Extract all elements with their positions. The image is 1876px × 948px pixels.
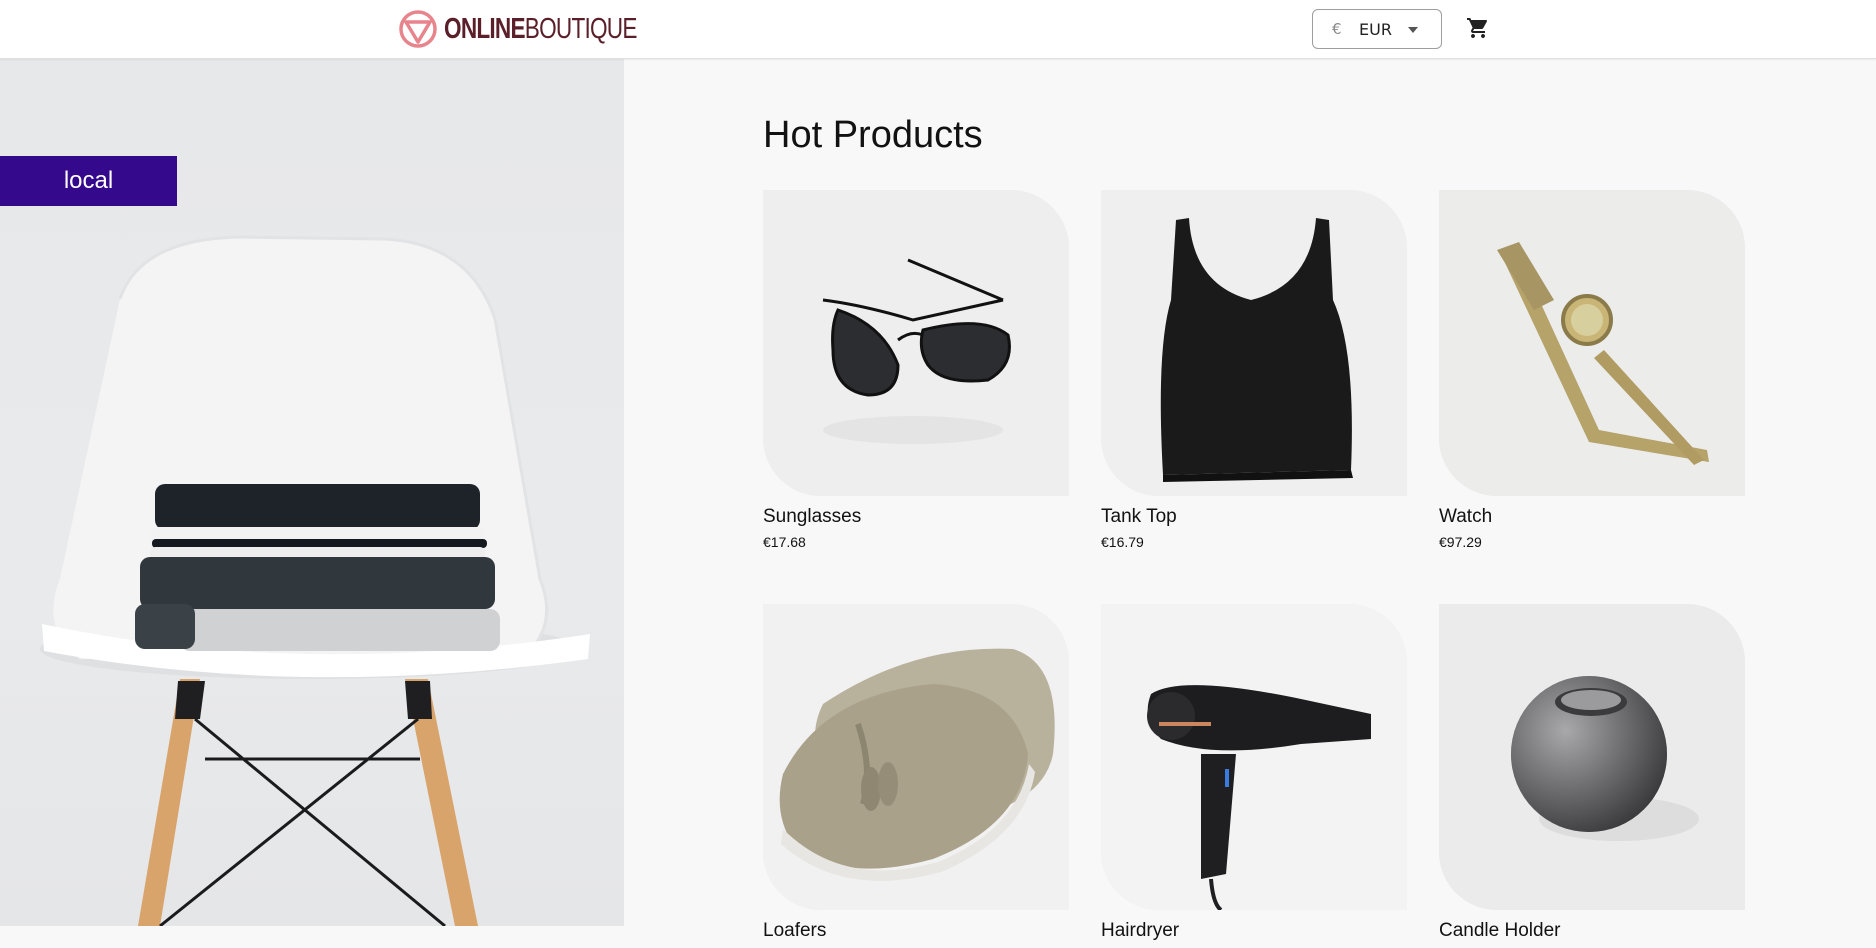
loafers-image — [763, 604, 1069, 910]
hairdryer-image — [1101, 604, 1407, 910]
currency-select[interactable]: € EUR — [1312, 9, 1442, 49]
product-name[interactable]: Hairdryer — [1101, 920, 1407, 942]
currency-symbol: € — [1332, 20, 1342, 38]
product-card-loafers[interactable]: Loafers — [763, 604, 1069, 948]
product-price: €97.29 — [1439, 534, 1482, 550]
chevron-down-icon — [1408, 27, 1418, 33]
product-name[interactable]: Loafers — [763, 920, 1069, 942]
sunglasses-image — [763, 190, 1069, 496]
product-image[interactable] — [1101, 190, 1407, 496]
product-image[interactable] — [1439, 190, 1745, 496]
product-card-sunglasses[interactable]: Sunglasses €17.68 — [763, 190, 1069, 550]
section-title: Hot Products — [763, 114, 983, 156]
product-image[interactable] — [1439, 604, 1745, 910]
product-price: €16.79 — [1101, 534, 1144, 550]
product-card-hairdryer[interactable]: Hairdryer — [1101, 604, 1407, 948]
product-card-candle-holder[interactable]: Candle Holder — [1439, 604, 1745, 948]
tank-top-image — [1101, 190, 1407, 496]
product-name[interactable]: Sunglasses — [763, 506, 1069, 528]
product-image[interactable] — [1101, 604, 1407, 910]
cart-icon[interactable] — [1466, 16, 1490, 40]
product-price: €17.68 — [763, 534, 806, 550]
top-navbar: ONLINEBOUTIQUE € EUR — [0, 0, 1876, 59]
product-card-tank-top[interactable]: Tank Top €16.79 — [1101, 190, 1407, 550]
logo-mark-icon — [399, 10, 437, 48]
environment-badge: local — [0, 156, 177, 206]
product-name[interactable]: Tank Top — [1101, 506, 1407, 528]
product-image[interactable] — [763, 604, 1069, 910]
product-card-watch[interactable]: Watch €97.29 — [1439, 190, 1745, 550]
watch-image — [1439, 190, 1745, 496]
hero-banner-image: local — [0, 59, 624, 926]
logo-text: ONLINEBOUTIQUE — [444, 12, 637, 45]
candle-holder-image — [1439, 604, 1745, 910]
product-image[interactable] — [763, 190, 1069, 496]
site-logo[interactable]: ONLINEBOUTIQUE — [398, 8, 691, 50]
product-name[interactable]: Candle Holder — [1439, 920, 1745, 942]
product-name[interactable]: Watch — [1439, 506, 1745, 528]
currency-code: EUR — [1359, 20, 1392, 39]
